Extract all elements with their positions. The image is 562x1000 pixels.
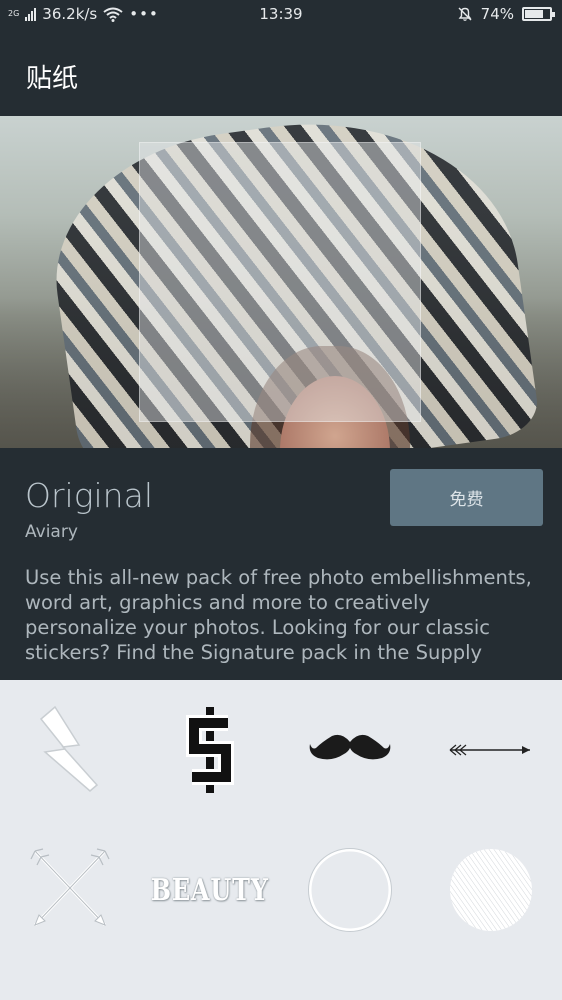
battery-fill [525,10,543,18]
beauty-text-sticker: BEAUTY [151,872,269,908]
app-bar: 贴纸 [0,28,562,116]
pack-name: Original [25,476,153,515]
sticker-item[interactable]: BEAUTY [140,820,280,960]
sticker-item[interactable] [421,680,561,820]
arrow-sticker-icon [449,744,530,756]
sticker-item[interactable] [280,820,420,960]
sticker-item[interactable] [280,680,420,820]
pack-author: Aviary [25,522,78,542]
status-bar: 2G 36.2k/s ••• 13:39 74% [0,0,562,28]
sticker-item[interactable] [0,820,140,960]
free-download-button[interactable]: 免费 [390,469,543,526]
battery-icon [522,7,555,21]
mute-bell-icon [458,7,472,21]
mustache-sticker-icon [309,734,391,760]
lightning-bolt-sticker-icon [39,705,99,792]
sticker-pack-preview-image [0,116,562,448]
battery-percent: 74% [480,5,514,23]
sticker-item[interactable] [140,680,280,820]
pack-description: Use this all-new pack of free photo embe… [25,566,532,664]
sticker-overlay-square [139,142,421,422]
sticker-item[interactable] [421,820,561,960]
hatched-circle-sticker-icon [450,849,532,931]
crossed-arrows-sticker-icon [30,848,110,927]
sticker-grid: BEAUTY [0,680,562,1000]
page-title: 贴纸 [26,64,79,94]
sticker-item[interactable] [0,680,140,820]
circle-outline-sticker-icon [308,848,392,932]
dollar-sign-sticker-icon [186,707,234,793]
clock: 13:39 [259,5,303,23]
pack-info: Original Aviary 免费 Use this all-new pack… [0,448,562,680]
